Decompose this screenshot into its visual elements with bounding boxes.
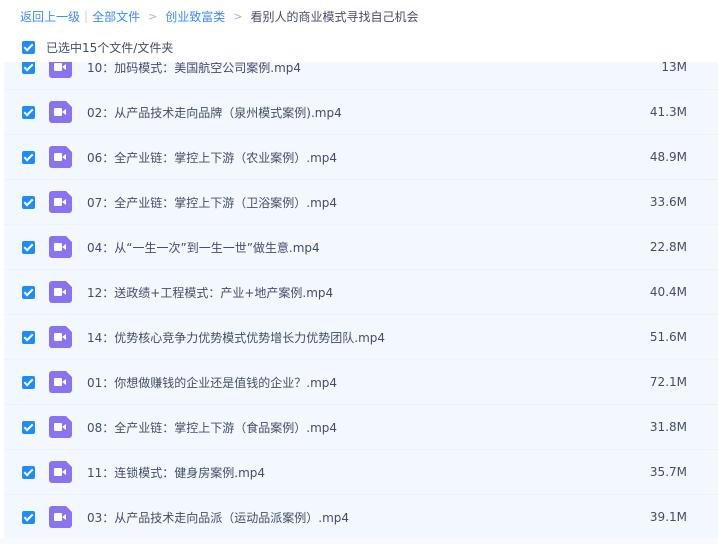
video-file-icon <box>49 146 72 168</box>
file-size: 22.8M <box>649 240 687 254</box>
file-name[interactable]: 02：从产品技术走向品牌（泉州模式案例).mp4 <box>87 104 342 121</box>
video-file-icon <box>49 326 72 348</box>
back-link[interactable]: 返回上一级 <box>20 8 80 25</box>
file-size: 33.6M <box>649 195 687 209</box>
file-row[interactable]: 12：送政绩+工程模式：产业+地产案例.mp4 40.4M <box>4 270 718 315</box>
file-size: 40.4M <box>649 285 687 299</box>
chevron-right-icon: > <box>148 9 158 23</box>
file-size: 51.6M <box>649 330 687 344</box>
file-row[interactable]: 02：从产品技术走向品牌（泉州模式案例).mp4 41.3M <box>4 90 718 135</box>
list-bottom-edge <box>0 538 718 544</box>
row-checkbox[interactable] <box>22 285 35 299</box>
file-size: 41.3M <box>649 105 687 119</box>
selection-bar: 已选中15个文件/文件夹 <box>0 32 718 62</box>
video-file-icon <box>49 506 72 528</box>
video-file-icon <box>49 371 72 393</box>
video-file-icon <box>49 281 72 303</box>
row-checkbox[interactable] <box>22 375 35 389</box>
row-checkbox[interactable] <box>22 510 35 524</box>
file-name[interactable]: 11：连锁模式：健身房案例.mp4 <box>87 464 265 481</box>
file-size: 72.1M <box>649 375 687 389</box>
file-name[interactable]: 12：送政绩+工程模式：产业+地产案例.mp4 <box>87 284 333 301</box>
file-size: 48.9M <box>649 150 687 164</box>
chevron-right-icon: > <box>233 9 243 23</box>
file-name[interactable]: 06：全产业链：掌控上下游（农业案例）.mp4 <box>87 149 337 166</box>
breadcrumb-divider: | <box>84 9 89 23</box>
file-name[interactable]: 04：从“一生一次”到一生一世”做生意.mp4 <box>87 239 320 256</box>
file-list: 10：加码模式：美国航空公司案例.mp4 13M 02：从产品技术走向品牌（泉州… <box>0 45 718 544</box>
select-all-checkbox[interactable] <box>22 40 35 54</box>
file-row[interactable]: 14：优势核心竞争力优势模式优势增长力优势团队.mp4 51.6M <box>4 315 718 360</box>
file-name[interactable]: 08：全产业链：掌控上下游（食品案例）.mp4 <box>87 419 337 436</box>
row-checkbox[interactable] <box>22 465 35 479</box>
video-file-icon <box>49 236 72 258</box>
file-name[interactable]: 03：从产品技术走向品派（运动品派案例）.mp4 <box>87 509 349 526</box>
video-file-icon <box>49 461 72 483</box>
row-checkbox[interactable] <box>22 60 35 74</box>
file-size: 31.8M <box>649 420 687 434</box>
row-checkbox[interactable] <box>22 195 35 209</box>
file-row[interactable]: 01：你想做赚钱的企业还是值钱的企业？.mp4 72.1M <box>4 360 718 405</box>
file-row[interactable]: 03：从产品技术走向品派（运动品派案例）.mp4 39.1M <box>4 495 718 540</box>
file-size: 39.1M <box>649 510 687 524</box>
selection-count-label: 已选中15个文件/文件夹 <box>46 40 174 55</box>
file-size: 13M <box>661 60 687 74</box>
file-row[interactable]: 11：连锁模式：健身房案例.mp4 35.7M <box>4 450 718 495</box>
video-file-icon <box>49 101 72 123</box>
file-row[interactable]: 04：从“一生一次”到一生一世”做生意.mp4 22.8M <box>4 225 718 270</box>
breadcrumb: 返回上一级 | 全部文件 > 创业致富类 > 看别人的商业模式寻找自己机会 <box>0 0 718 32</box>
video-file-icon <box>49 191 72 213</box>
row-checkbox[interactable] <box>22 105 35 119</box>
file-name[interactable]: 14：优势核心竞争力优势模式优势增长力优势团队.mp4 <box>87 329 385 346</box>
breadcrumb-category[interactable]: 创业致富类 <box>165 8 225 25</box>
file-row[interactable]: 07：全产业链：掌控上下游（卫浴案例）.mp4 33.6M <box>4 180 718 225</box>
file-row[interactable]: 06：全产业链：掌控上下游（农业案例）.mp4 48.9M <box>4 135 718 180</box>
row-checkbox[interactable] <box>22 240 35 254</box>
file-name[interactable]: 01：你想做赚钱的企业还是值钱的企业？.mp4 <box>87 374 337 391</box>
file-name[interactable]: 07：全产业链：掌控上下游（卫浴案例）.mp4 <box>87 194 337 211</box>
row-checkbox[interactable] <box>22 420 35 434</box>
breadcrumb-all-files[interactable]: 全部文件 <box>92 8 140 25</box>
file-size: 35.7M <box>649 465 687 479</box>
row-checkbox[interactable] <box>22 150 35 164</box>
file-row[interactable]: 08：全产业链：掌控上下游（食品案例）.mp4 31.8M <box>4 405 718 450</box>
breadcrumb-current: 看别人的商业模式寻找自己机会 <box>250 9 419 24</box>
video-file-icon <box>49 416 72 438</box>
row-checkbox[interactable] <box>22 330 35 344</box>
